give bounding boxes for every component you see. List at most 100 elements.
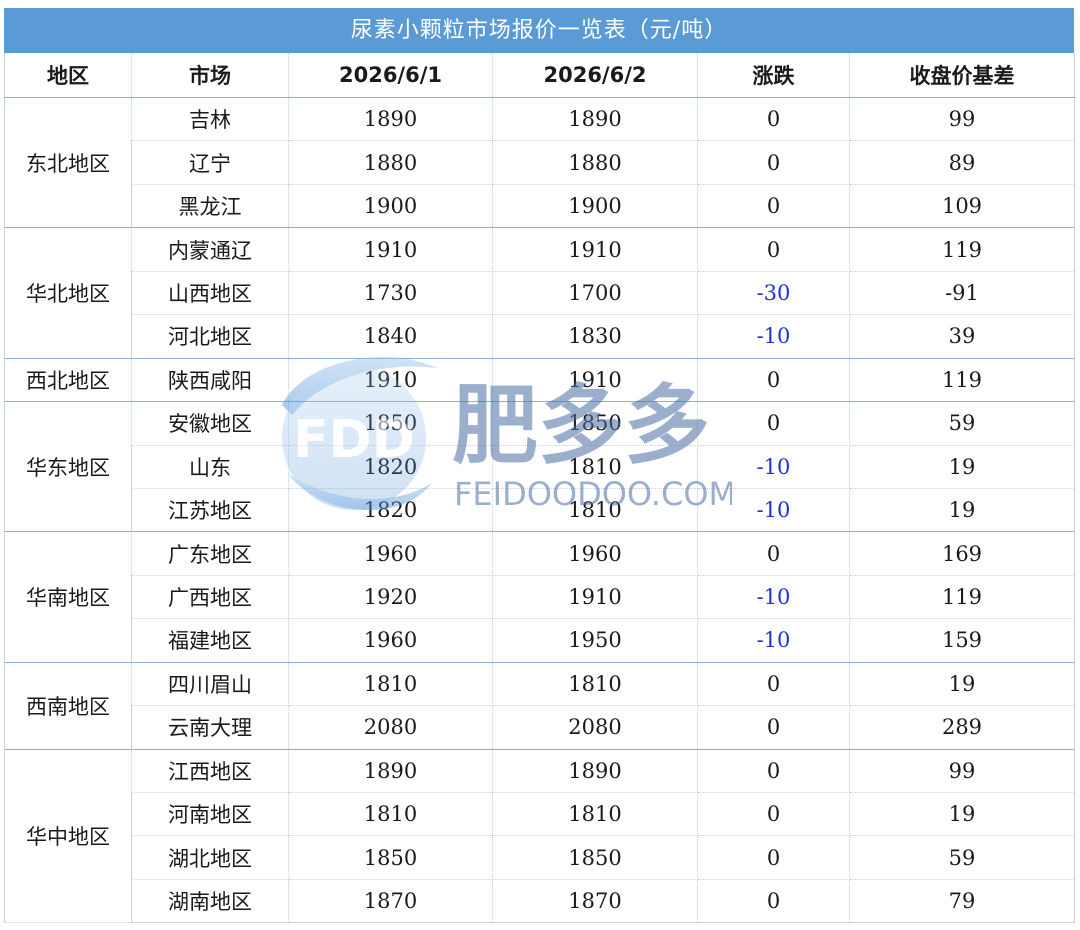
basis-cell: 19 (849, 791, 1075, 837)
table-row: 西南地区 四川眉山 1810 1810 0 19 (4, 661, 1075, 750)
table-row: 东北地区 吉林 1890 1890 0 99 (4, 96, 1075, 229)
price-date-1-cell: 1850 (288, 401, 493, 446)
market-cell: 山西地区 (131, 270, 289, 316)
change-cell: 0 (697, 835, 850, 880)
market-cell: 吉林 (131, 96, 289, 142)
price-date-1-cell: 1880 (288, 140, 493, 185)
table-row: 黑龙江 1900 1900 0 109 (5, 183, 1075, 229)
header-change: 涨跌 (697, 53, 850, 98)
basis-cell: 119 (849, 227, 1075, 272)
market-cell: 湖北地区 (131, 835, 289, 880)
basis-cell: 19 (849, 444, 1075, 489)
basis-cell: 169 (849, 531, 1075, 576)
change-cell: 0 (697, 227, 850, 272)
price-date-1-cell: 1820 (288, 444, 493, 489)
table-row: 山西地区 1730 1700 -30 -91 (5, 270, 1075, 316)
price-date-1-cell: 1810 (288, 661, 493, 707)
basis-cell: 19 (849, 487, 1075, 533)
basis-cell: 99 (849, 96, 1075, 142)
table-row: 湖北地区 1850 1850 0 59 (5, 835, 1075, 880)
market-cell: 云南大理 (131, 705, 289, 750)
market-cell: 广东地区 (131, 531, 289, 576)
table-row: 华东地区 安徽地区 1850 1850 0 59 (4, 401, 1075, 533)
price-date-2-cell: 1850 (492, 835, 698, 880)
basis-cell: -91 (849, 270, 1075, 316)
change-cell: -10 (697, 314, 850, 359)
table-row: 湖南地区 1870 1870 0 79 (5, 878, 1075, 924)
change-cell: 0 (697, 183, 850, 229)
price-date-2-cell: 1910 (492, 574, 698, 620)
basis-cell: 119 (849, 357, 1075, 403)
change-cell: -30 (697, 270, 850, 316)
table-title: 尿素小颗粒市场报价一览表（元/吨） (4, 8, 1074, 53)
price-date-1-cell: 1960 (288, 618, 493, 663)
basis-cell: 39 (849, 314, 1075, 359)
price-date-1-cell: 1960 (288, 531, 493, 576)
change-cell: 0 (697, 357, 850, 403)
basis-cell: 119 (849, 574, 1075, 620)
table-row: 广西地区 1920 1910 -10 119 (5, 574, 1075, 620)
market-cell: 江苏地区 (131, 487, 289, 533)
change-cell: 0 (697, 401, 850, 446)
market-cell: 四川眉山 (131, 661, 289, 707)
price-date-1-cell: 2080 (288, 705, 493, 750)
price-date-1-cell: 1870 (288, 878, 493, 924)
change-cell: -10 (697, 487, 850, 533)
region-cell: 华中地区 (4, 748, 132, 924)
market-cell: 辽宁 (131, 140, 289, 185)
change-cell: 0 (697, 748, 850, 794)
basis-cell: 59 (849, 835, 1075, 880)
market-cell: 江西地区 (131, 748, 289, 794)
price-date-2-cell: 1810 (492, 487, 698, 533)
basis-cell: 79 (849, 878, 1075, 924)
basis-cell: 89 (849, 140, 1075, 185)
price-date-2-cell: 1890 (492, 748, 698, 794)
table-row: 辽宁 1880 1880 0 89 (5, 140, 1075, 185)
market-cell: 安徽地区 (131, 401, 289, 446)
market-cell: 河北地区 (131, 314, 289, 359)
table-row: 西北地区 陕西咸阳 1910 1910 0 119 (4, 357, 1075, 403)
table-row: 山东 1820 1810 -10 19 (5, 444, 1075, 489)
table-row: 华南地区 广东地区 1960 1960 0 169 (4, 531, 1075, 663)
header-date-1: 2026/6/1 (288, 53, 493, 98)
price-table: 地区 市场 2026/6/1 2026/6/2 涨跌 收盘价基差 东北地区 吉林 1… (4, 53, 1075, 924)
basis-cell: 59 (849, 401, 1075, 446)
price-date-1-cell: 1810 (288, 791, 493, 837)
region-cell: 华东地区 (4, 401, 132, 533)
price-date-1-cell: 1900 (288, 183, 493, 229)
header-market: 市场 (131, 53, 289, 98)
price-date-2-cell: 1890 (492, 96, 698, 142)
table-row: 福建地区 1960 1950 -10 159 (5, 618, 1075, 663)
price-date-2-cell: 1960 (492, 531, 698, 576)
market-cell: 河南地区 (131, 791, 289, 837)
basis-cell: 19 (849, 661, 1075, 707)
price-date-1-cell: 1820 (288, 487, 493, 533)
market-cell: 湖南地区 (131, 878, 289, 924)
price-date-2-cell: 1850 (492, 401, 698, 446)
market-cell: 内蒙通辽 (131, 227, 289, 272)
change-cell: -10 (697, 444, 850, 489)
header-basis: 收盘价基差 (849, 53, 1075, 98)
price-table-container: 尿素小颗粒市场报价一览表（元/吨） 地区 市场 2026/6/1 2026/6/… (4, 8, 1075, 924)
table-row: 云南大理 2080 2080 0 289 (5, 705, 1075, 750)
change-cell: -10 (697, 574, 850, 620)
basis-cell: 159 (849, 618, 1075, 663)
table-row: 江苏地区 1820 1810 -10 19 (5, 487, 1075, 533)
change-cell: 0 (697, 705, 850, 750)
market-cell: 陕西咸阳 (131, 357, 289, 403)
price-date-1-cell: 1890 (288, 748, 493, 794)
table-row: 华北地区 内蒙通辽 1910 1910 0 119 (4, 227, 1075, 359)
price-date-2-cell: 1700 (492, 270, 698, 316)
header-region: 地区 (4, 53, 132, 98)
price-date-2-cell: 1830 (492, 314, 698, 359)
basis-cell: 99 (849, 748, 1075, 794)
price-date-2-cell: 1870 (492, 878, 698, 924)
market-cell: 广西地区 (131, 574, 289, 620)
table-row: 华中地区 江西地区 1890 1890 0 99 (4, 748, 1075, 924)
price-date-1-cell: 1910 (288, 227, 493, 272)
region-cell: 华南地区 (4, 531, 132, 663)
change-cell: -10 (697, 618, 850, 663)
price-date-2-cell: 1880 (492, 140, 698, 185)
basis-cell: 289 (849, 705, 1075, 750)
price-date-2-cell: 1810 (492, 791, 698, 837)
